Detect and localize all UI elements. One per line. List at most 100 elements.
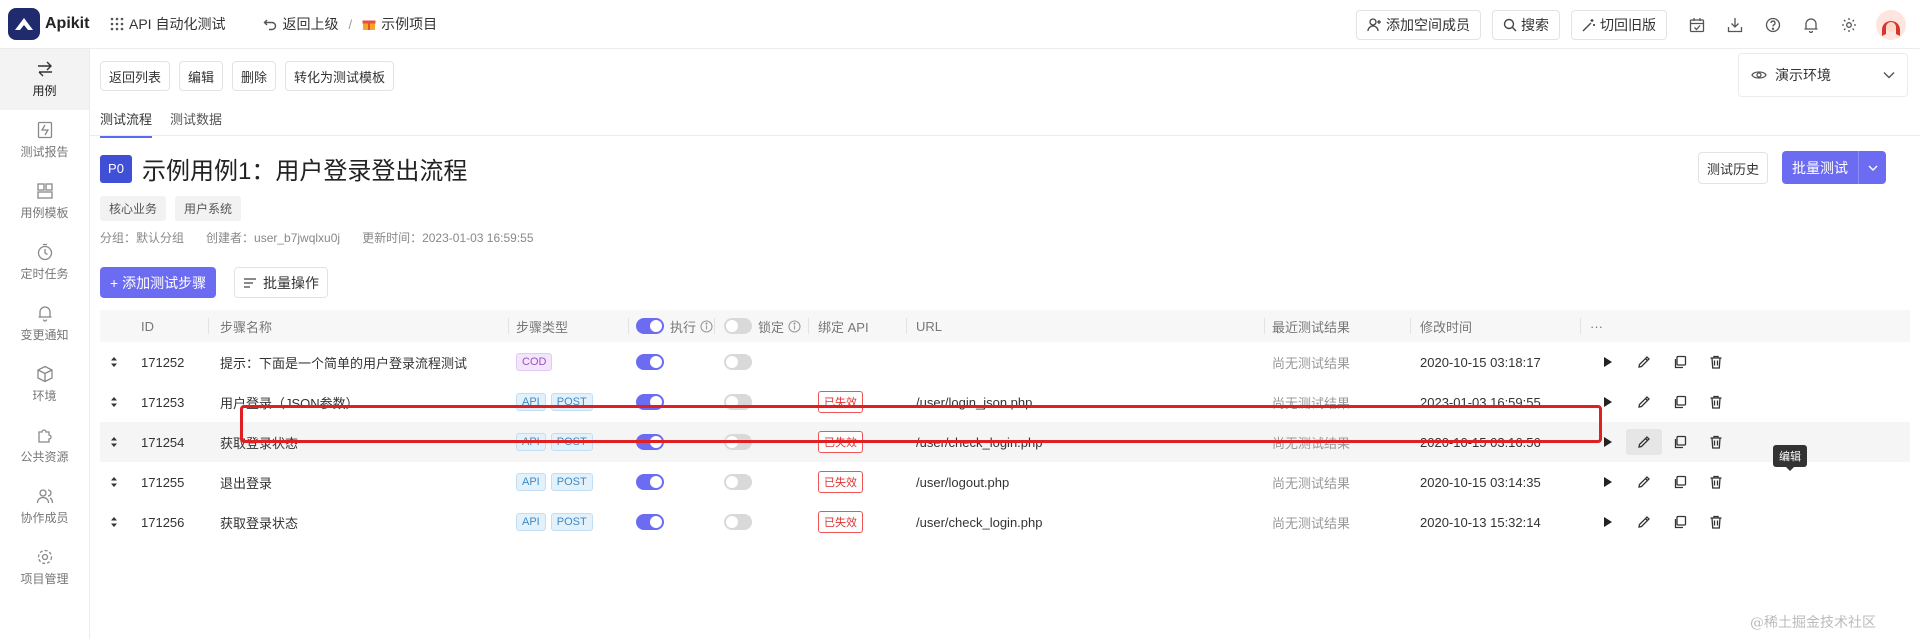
sidebar-item-reports[interactable]: 测试报告 bbox=[0, 110, 89, 171]
play-icon bbox=[1604, 437, 1612, 447]
tab-test-flow[interactable]: 测试流程 bbox=[100, 109, 153, 138]
edit-button[interactable]: 编辑 bbox=[179, 61, 224, 91]
edit-step-button[interactable] bbox=[1626, 389, 1662, 415]
brand[interactable]: Apikit bbox=[0, 8, 100, 40]
delete-button[interactable]: 删除 bbox=[232, 61, 277, 91]
copy-step-button[interactable] bbox=[1662, 389, 1698, 415]
copy-step-button[interactable] bbox=[1662, 509, 1698, 535]
sidebar-item-project-management[interactable]: 项目管理 bbox=[0, 537, 89, 598]
sidebar-item-environment[interactable]: 环境 bbox=[0, 354, 89, 415]
exec-all-toggle[interactable] bbox=[636, 318, 664, 334]
download-button[interactable] bbox=[1716, 0, 1754, 49]
sidebar-item-change-notify[interactable]: 变更通知 bbox=[0, 293, 89, 354]
step-name[interactable]: 提示：下面是一个简单的用户登录流程测试 bbox=[208, 342, 467, 382]
exec-toggle[interactable] bbox=[636, 354, 664, 370]
edit-step-button[interactable] bbox=[1626, 349, 1662, 375]
copy-step-button[interactable] bbox=[1662, 469, 1698, 495]
bind-status-badge: 已失效 bbox=[818, 471, 863, 493]
back-up-link[interactable]: 返回上级 bbox=[263, 14, 338, 34]
step-url: /user/check_login.php bbox=[916, 514, 1043, 530]
batch-test-button[interactable]: 批量测试 bbox=[1782, 151, 1886, 184]
exec-toggle[interactable] bbox=[636, 474, 664, 490]
lock-toggle[interactable] bbox=[724, 394, 752, 410]
drag-handle-icon bbox=[111, 517, 117, 527]
table-row[interactable]: 171252 提示：下面是一个简单的用户登录流程测试 COD 尚无测试结果 20… bbox=[100, 342, 1910, 382]
batch-operation-button[interactable]: 批量操作 bbox=[234, 267, 328, 298]
test-history-button[interactable]: 测试历史 bbox=[1698, 152, 1769, 184]
exec-toggle[interactable] bbox=[636, 434, 664, 450]
run-step-button[interactable] bbox=[1590, 509, 1626, 535]
delete-step-button[interactable] bbox=[1698, 469, 1734, 495]
sidebar-item-templates[interactable]: 用例模板 bbox=[0, 171, 89, 232]
drag-handle[interactable] bbox=[100, 342, 128, 382]
step-name[interactable]: 获取登录状态 bbox=[208, 422, 298, 462]
search-button[interactable]: 搜索 bbox=[1492, 9, 1560, 40]
add-test-step-button[interactable]: + 添加测试步骤 bbox=[100, 267, 217, 298]
table-row[interactable]: 171256 获取登录状态 API POST 已失效 /user/check_lo… bbox=[100, 502, 1910, 542]
search-icon bbox=[1503, 18, 1517, 31]
exec-toggle[interactable] bbox=[636, 514, 664, 530]
sidebar-item-scheduled-tasks[interactable]: 定时任务 bbox=[0, 232, 89, 293]
app-switcher[interactable]: API 自动化测试 bbox=[110, 14, 225, 34]
help-button[interactable] bbox=[1754, 0, 1792, 49]
edit-step-button[interactable] bbox=[1626, 469, 1662, 495]
notification-button[interactable] bbox=[1792, 0, 1830, 49]
edit-step-button[interactable] bbox=[1626, 429, 1662, 455]
lock-toggle[interactable] bbox=[724, 434, 752, 450]
old-version-button[interactable]: 切回旧版 bbox=[1571, 9, 1667, 40]
drag-handle-icon bbox=[111, 397, 117, 407]
sidebar-item-public-resources[interactable]: 公共资源 bbox=[0, 415, 89, 476]
chevron-down-icon bbox=[1883, 72, 1895, 79]
pencil-icon bbox=[1638, 396, 1650, 408]
col-more[interactable]: ··· bbox=[1580, 310, 1660, 342]
table-row[interactable]: 171253 用户登录（JSON参数） API POST 已失效 /user/lo… bbox=[100, 382, 1910, 422]
lock-toggle[interactable] bbox=[724, 514, 752, 530]
drag-handle[interactable] bbox=[100, 382, 128, 422]
batch-test-dropdown[interactable] bbox=[1858, 151, 1886, 184]
delete-step-button[interactable] bbox=[1698, 509, 1734, 535]
copy-step-button[interactable] bbox=[1662, 429, 1698, 455]
tab-test-data[interactable]: 测试数据 bbox=[170, 109, 222, 138]
environment-select[interactable]: 演示环境 bbox=[1738, 53, 1908, 97]
step-name[interactable]: 获取登录状态 bbox=[208, 502, 298, 542]
type-badge-api: API bbox=[516, 433, 546, 451]
avatar[interactable] bbox=[1876, 9, 1906, 40]
delete-step-button[interactable] bbox=[1698, 349, 1734, 375]
lock-toggle[interactable] bbox=[724, 474, 752, 490]
sidebar-item-cases[interactable]: 用例 bbox=[0, 49, 89, 110]
project-link[interactable]: 示例项目 bbox=[362, 14, 437, 34]
copy-step-button[interactable] bbox=[1662, 349, 1698, 375]
drag-handle[interactable] bbox=[100, 502, 128, 542]
step-url: /user/logout.php bbox=[916, 474, 1010, 490]
batch-test-label[interactable]: 批量测试 bbox=[1782, 151, 1858, 184]
step-name[interactable]: 用户登录（JSON参数） bbox=[208, 382, 359, 422]
exec-cell bbox=[628, 462, 664, 502]
lock-cell bbox=[714, 502, 752, 542]
table-row[interactable]: 171255 退出登录 API POST 已失效 /user/logout.php… bbox=[100, 462, 1910, 502]
lock-all-toggle[interactable] bbox=[724, 318, 752, 334]
exec-toggle[interactable] bbox=[636, 394, 664, 410]
steps-table: ID 步骤名称 步骤类型 执行 锁定 绑定 API URL 最近测试结果 修改时… bbox=[100, 310, 1910, 542]
calendar-check-button[interactable] bbox=[1678, 0, 1716, 49]
back-to-list-button[interactable]: 返回列表 bbox=[100, 61, 171, 91]
add-member-button[interactable]: 添加空间成员 bbox=[1356, 9, 1481, 40]
convert-template-button[interactable]: 转化为测试模板 bbox=[285, 61, 395, 91]
col-url: URL bbox=[906, 310, 1264, 342]
table-row[interactable]: 171254 获取登录状态 API POST 已失效 /user/check_lo… bbox=[100, 422, 1910, 462]
sidebar-item-members[interactable]: 协作成员 bbox=[0, 476, 89, 537]
lock-toggle[interactable] bbox=[724, 354, 752, 370]
drag-handle[interactable] bbox=[100, 422, 128, 462]
delete-step-button[interactable] bbox=[1698, 389, 1734, 415]
step-name[interactable]: 退出登录 bbox=[208, 462, 272, 502]
settings-button[interactable] bbox=[1830, 0, 1868, 49]
drag-handle[interactable] bbox=[100, 462, 128, 502]
run-step-button[interactable] bbox=[1590, 349, 1626, 375]
delete-step-button[interactable] bbox=[1698, 429, 1734, 455]
app-name: API 自动化测试 bbox=[129, 16, 226, 32]
eye-icon bbox=[1751, 71, 1767, 79]
run-step-button[interactable] bbox=[1590, 469, 1626, 495]
run-step-button[interactable] bbox=[1590, 389, 1626, 415]
edit-step-button[interactable] bbox=[1626, 509, 1662, 535]
run-step-button[interactable] bbox=[1590, 429, 1626, 455]
bind-api-cell: 已失效 bbox=[808, 382, 863, 422]
